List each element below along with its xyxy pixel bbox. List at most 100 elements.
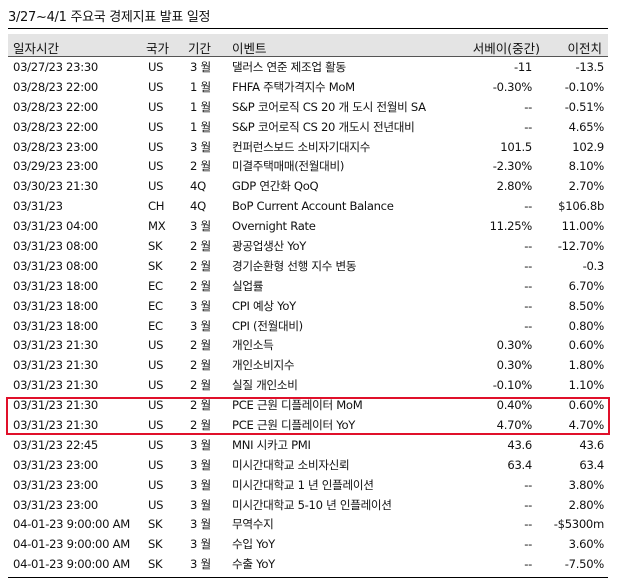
- cell-previous: 3.60%: [568, 537, 605, 552]
- cell-period: 1 월: [190, 79, 211, 94]
- table-row: 03/28/23 22:00 US 1 월 S&P 코어로직 CS 20 개도시 전년…: [8, 117, 608, 137]
- cell-previous: 43.6: [579, 437, 604, 452]
- cell-country: SK: [148, 537, 163, 552]
- table-body: 03/27/23 23:30 US 3 월 댈러스 연준 제조업 활동 -11 -13.5…: [8, 57, 608, 574]
- cell-consensus: -0.10%: [492, 378, 533, 393]
- cell-previous: 6.70%: [568, 278, 605, 293]
- cell-datetime: 03/31/23 08:00: [13, 258, 98, 273]
- cell-period: 1 월: [190, 119, 211, 134]
- table-row: 03/31/23 21:30 US 2 월 실질 개인소비 -0.10% 1.10%: [8, 375, 608, 395]
- cell-datetime: 03/31/23: [13, 199, 63, 214]
- cell-event: 경기순환형 선행 지수 변동: [232, 258, 357, 273]
- table-row: 04-01-23 9:00:00 AM SK 3 월 무역수지 -- -$5300m: [8, 514, 608, 534]
- cell-consensus: --: [524, 497, 532, 512]
- cell-event: MNI 시카고 PMI: [232, 437, 311, 452]
- cell-period: 3 월: [190, 219, 211, 234]
- cell-event: 미시간대학교 소비자신뢰: [232, 457, 350, 472]
- cell-previous: -0.51%: [564, 99, 605, 114]
- cell-period: 3 월: [190, 139, 211, 154]
- cell-event: S&P 코어로직 CS 20 개 도시 전월비 SA: [232, 99, 426, 114]
- cell-datetime: 03/28/23 22:00: [13, 79, 98, 94]
- cell-country: SK: [148, 557, 163, 572]
- header-country: 국가: [146, 41, 170, 56]
- cell-previous: 8.50%: [568, 298, 605, 313]
- cell-datetime: 03/31/23 04:00: [13, 219, 98, 234]
- cell-country: US: [148, 60, 164, 74]
- header-period: 기간: [188, 41, 212, 56]
- cell-country: US: [148, 139, 164, 154]
- cell-consensus: -11: [513, 60, 532, 74]
- title-divider: [8, 28, 608, 29]
- cell-period: 3 월: [190, 517, 211, 532]
- cell-datetime: 03/31/23 18:00: [13, 298, 98, 313]
- cell-previous: 63.4: [579, 457, 604, 472]
- cell-event: FHFA 주택가격지수 MoM: [232, 79, 355, 94]
- cell-previous: 3.80%: [568, 477, 605, 492]
- table-row: 03/31/23 08:00 SK 2 월 광공업생산 YoY -- -12.70%: [8, 236, 608, 256]
- cell-consensus: --: [524, 477, 532, 492]
- table-row: 03/30/23 21:30 US 4Q GDP 연간화 QoQ 2.80% 2.70%: [8, 176, 608, 196]
- cell-period: 1 월: [190, 99, 211, 114]
- cell-period: 3 월: [190, 60, 211, 74]
- cell-previous: 0.60%: [568, 338, 605, 353]
- cell-event: 댈러스 연준 제조업 활동: [232, 60, 346, 74]
- cell-datetime: 03/31/23 21:30: [13, 338, 98, 353]
- cell-event: 광공업생산 YoY: [232, 239, 307, 254]
- cell-datetime: 03/28/23 22:00: [13, 119, 98, 134]
- cell-consensus: --: [524, 318, 532, 333]
- cell-period: 3 월: [190, 557, 211, 572]
- cell-previous: $106.8b: [558, 199, 604, 214]
- cell-datetime: 03/31/23 18:00: [13, 278, 98, 293]
- table-row: 03/31/23 18:00 EC 2 월 실업률 -- 6.70%: [8, 276, 608, 296]
- cell-consensus: --: [524, 99, 532, 114]
- cell-previous: 4.65%: [568, 119, 605, 134]
- cell-consensus: 43.6: [507, 437, 532, 452]
- cell-consensus: -0.30%: [492, 79, 533, 94]
- cell-consensus: --: [524, 298, 532, 313]
- cell-consensus: 0.30%: [496, 338, 533, 353]
- header-consensus: 서베이(중간): [472, 41, 540, 56]
- cell-consensus: --: [524, 537, 532, 552]
- cell-datetime: 04-01-23 9:00:00 AM: [13, 517, 130, 532]
- page-title: 3/27~4/1 주요국 경제지표 발표 일정: [8, 10, 211, 25]
- cell-consensus: 63.4: [507, 457, 532, 472]
- cell-period: 3 월: [190, 298, 211, 313]
- cell-previous: 8.10%: [568, 159, 605, 174]
- header-event: 이벤트: [232, 41, 267, 56]
- cell-event: 수출 YoY: [232, 557, 275, 572]
- cell-period: 4Q: [190, 179, 206, 194]
- cell-period: 4Q: [190, 199, 206, 214]
- cell-country: US: [148, 159, 164, 174]
- cell-datetime: 04-01-23 9:00:00 AM: [13, 557, 130, 572]
- cell-datetime: 03/31/23 21:30: [13, 378, 98, 393]
- cell-event: S&P 코어로직 CS 20 개도시 전년대비: [232, 119, 415, 134]
- cell-country: SK: [148, 258, 163, 273]
- highlight-box: [6, 397, 610, 435]
- cell-event: 개인소비지수: [232, 358, 295, 373]
- cell-datetime: 03/31/23 22:45: [13, 437, 98, 452]
- cell-datetime: 03/31/23 23:00: [13, 457, 98, 472]
- cell-period: 2 월: [190, 338, 211, 353]
- cell-datetime: 03/29/23 23:00: [13, 159, 98, 174]
- cell-period: 2 월: [190, 239, 211, 254]
- cell-event: GDP 연간화 QoQ: [232, 179, 319, 194]
- cell-country: MX: [148, 219, 166, 234]
- cell-period: 3 월: [190, 477, 211, 492]
- cell-event: 무역수지: [232, 517, 274, 532]
- table-row: 04-01-23 9:00:00 AM SK 3 월 수입 YoY -- 3.60%: [8, 534, 608, 554]
- cell-event: 실업률: [232, 278, 264, 293]
- cell-datetime: 03/31/23 23:00: [13, 477, 98, 492]
- cell-event: 개인소득: [232, 338, 274, 353]
- cell-consensus: --: [524, 239, 532, 254]
- cell-consensus: --: [524, 517, 532, 532]
- cell-consensus: 2.80%: [496, 179, 533, 194]
- cell-previous: -13.5: [575, 60, 605, 74]
- cell-previous: 102.9: [572, 139, 604, 154]
- cell-consensus: --: [524, 258, 532, 273]
- table-row: 03/28/23 22:00 US 1 월 S&P 코어로직 CS 20 개 도시 전…: [8, 97, 608, 117]
- table-row: 03/28/23 23:00 US 3 월 컨퍼런스보드 소비자기대지수 101.5 10…: [8, 137, 608, 157]
- cell-event: 미시간대학교 5-10 년 인플레이션: [232, 497, 392, 512]
- cell-consensus: --: [524, 557, 532, 572]
- table-row: 03/27/23 23:30 US 3 월 댈러스 연준 제조업 활동 -11 -13.5: [8, 57, 608, 77]
- cell-consensus: 101.5: [500, 139, 532, 154]
